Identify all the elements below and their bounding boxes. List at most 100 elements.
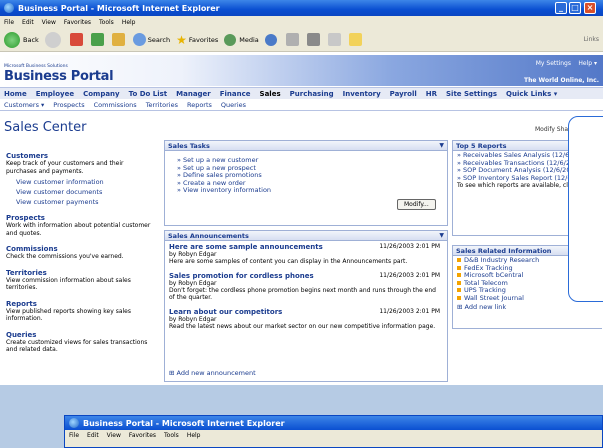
reports-description: View published reports showing key sales… (6, 307, 131, 323)
browser-toolbar: Back Search ★ Favorites Media Links (0, 28, 603, 52)
subnav-reports[interactable]: Reports (187, 101, 212, 109)
territories-description: View commission information about sales … (6, 276, 131, 292)
task-view-inventory[interactable]: » View inventory information (177, 186, 447, 195)
tab-employee[interactable]: Employee (36, 90, 74, 98)
prospects-description: Work with information about potential cu… (6, 222, 151, 237)
tab-inventory[interactable]: Inventory (343, 90, 381, 98)
menu-help[interactable]: Help (187, 432, 201, 439)
stop-icon (69, 33, 83, 46)
forward-button[interactable] (44, 31, 64, 48)
refresh-button[interactable] (90, 33, 106, 46)
menu-favorites[interactable]: Favorites (129, 432, 156, 439)
links-label[interactable]: Links (584, 36, 599, 43)
media-button[interactable]: Media (224, 33, 259, 46)
view-customer-payments-link[interactable]: View customer payments (6, 198, 156, 206)
home-icon (111, 33, 125, 46)
bullet-icon (457, 295, 461, 300)
minimize-button[interactable]: _ (555, 2, 567, 14)
menu-tools[interactable]: Tools (99, 19, 114, 26)
folder-icon (348, 33, 362, 46)
section-reports: Reports View published reports showing k… (6, 300, 156, 323)
back-button[interactable]: Back (4, 31, 39, 48)
mail-icon (285, 33, 299, 46)
add-icon: ⊞ (169, 369, 177, 377)
menu-edit[interactable]: Edit (87, 432, 99, 439)
queries-heading[interactable]: Queries (6, 331, 156, 339)
maximize-button[interactable]: □ (569, 2, 581, 14)
ie-logo-icon (4, 3, 14, 13)
tab-company[interactable]: Company (83, 90, 120, 98)
menu-help[interactable]: Help (122, 19, 136, 26)
subnav-commissions[interactable]: Commissions (94, 101, 137, 109)
history-button[interactable] (264, 33, 280, 46)
prospects-heading[interactable]: Prospects (6, 214, 156, 222)
add-new-link[interactable]: ⊞ Add new link (457, 303, 602, 312)
second-browser-window: Business Portal - Microsoft Internet Exp… (64, 415, 603, 448)
tab-home[interactable]: Home (4, 90, 27, 98)
territories-heading[interactable]: Territories (6, 269, 156, 277)
menu-tools[interactable]: Tools (164, 432, 179, 439)
print-icon (306, 33, 320, 46)
reports-heading[interactable]: Reports (6, 300, 156, 308)
favorites-button[interactable]: ★ Favorites (176, 33, 218, 47)
sales-tasks-header: Sales Tasks ▼ (165, 141, 447, 151)
menu-favorites[interactable]: Favorites (64, 19, 91, 26)
section-territories: Territories View commission information … (6, 269, 156, 292)
customers-heading[interactable]: Customers (6, 152, 156, 160)
collapse-icon[interactable]: ▼ (439, 141, 444, 151)
section-commissions: Commissions Check the commissions you've… (6, 245, 156, 261)
folder-button[interactable] (348, 33, 364, 46)
subnav-customers[interactable]: Customers ▾ (4, 101, 44, 109)
customers-description: Keep track of your customers and their p… (6, 160, 124, 175)
tab-hr[interactable]: HR (426, 90, 437, 98)
left-column: Customers Keep track of your customers a… (6, 152, 156, 354)
refresh-icon (90, 33, 104, 46)
view-customer-info-link[interactable]: View customer information (6, 178, 156, 186)
menu-view[interactable]: View (107, 432, 121, 439)
edit-icon (327, 33, 341, 46)
callout-bubble (568, 116, 603, 302)
home-button[interactable] (111, 33, 127, 46)
subnav-prospects[interactable]: Prospects (53, 101, 84, 109)
tab-finance[interactable]: Finance (220, 90, 251, 98)
collapse-icon[interactable]: ▼ (439, 231, 444, 241)
search-button[interactable]: Search (132, 33, 170, 46)
queries-description: Create customized views for sales transa… (6, 338, 148, 354)
tab-purchasing[interactable]: Purchasing (290, 90, 334, 98)
menu-file[interactable]: File (4, 19, 14, 26)
help-link[interactable]: Help ▾ (578, 60, 597, 67)
print-button[interactable] (306, 33, 322, 46)
add-announcement-link[interactable]: ⊞ Add new announcement (169, 369, 256, 377)
modify-button[interactable]: Modify... (397, 199, 436, 210)
search-icon (132, 33, 146, 46)
close-button[interactable]: × (584, 2, 596, 14)
view-customer-documents-link[interactable]: View customer documents (6, 188, 156, 196)
mail-button[interactable] (285, 33, 301, 46)
announcement-item: Here are some sample announcements 11/26… (165, 241, 447, 266)
commissions-description: Check the commissions you've earned. (6, 253, 124, 260)
tab-manager[interactable]: Manager (176, 90, 211, 98)
tab-sales[interactable]: Sales (260, 90, 281, 98)
tab-payroll[interactable]: Payroll (390, 90, 417, 98)
subnav-queries[interactable]: Queries (221, 101, 246, 109)
menu-edit[interactable]: Edit (22, 19, 34, 26)
announcements-header: Sales Announcements ▼ (165, 231, 447, 241)
announcement-date: 11/26/2003 2:01 PM (379, 243, 440, 250)
menu-view[interactable]: View (42, 19, 56, 26)
edit-button[interactable] (327, 33, 343, 46)
subnav-territories[interactable]: Territories (146, 101, 178, 109)
section-queries: Queries Create customized views for sale… (6, 331, 156, 354)
stop-button[interactable] (69, 33, 85, 46)
section-customers: Customers Keep track of your customers a… (6, 152, 156, 206)
commissions-heading[interactable]: Commissions (6, 245, 156, 253)
section-prospects: Prospects Work with information about po… (6, 214, 156, 237)
menu-file[interactable]: File (69, 432, 79, 439)
tab-to-do-list[interactable]: To Do List (129, 90, 168, 98)
tab-quick-links[interactable]: Quick Links ▾ (506, 90, 557, 98)
second-window-menu: File Edit View Favorites Tools Help (65, 430, 602, 440)
tab-site-settings[interactable]: Site Settings (446, 90, 497, 98)
announcement-date: 11/26/2003 2:01 PM (379, 271, 440, 279)
my-settings-link[interactable]: My Settings (536, 60, 571, 67)
sales-tasks-list: » Set up a new customer » Set up a new p… (165, 151, 447, 195)
bullet-icon (457, 288, 461, 292)
